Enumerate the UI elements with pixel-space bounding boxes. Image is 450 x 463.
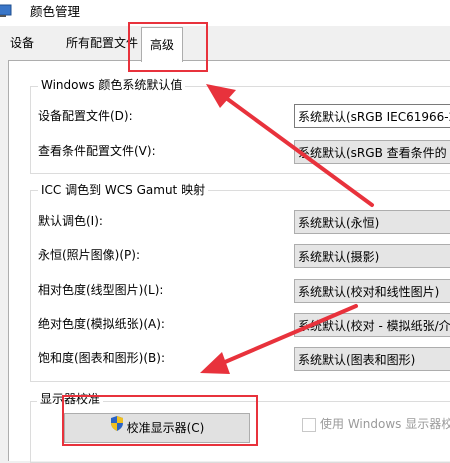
viewing-conditions-select[interactable]: 系统默认(sRGB 查看条件的 Windows <box>294 140 450 164</box>
saturation-select[interactable]: 系统默认(图表和图形) <box>294 347 450 371</box>
windows-defaults-legend: Windows 颜色系统默认值 <box>38 76 186 93</box>
monitor-app-icon <box>0 4 12 18</box>
window-title: 颜色管理 <box>30 4 81 19</box>
icc-mapping-legend: ICC 调色到 WCS Gamut 映射 <box>38 181 209 198</box>
annotation-box-advanced-tab <box>128 22 208 72</box>
absolute-colorimetric-select[interactable]: 系统默认(校对 - 模拟纸张/介质) <box>294 313 450 337</box>
use-windows-calibration-checkbox[interactable] <box>302 418 316 432</box>
viewing-conditions-label: 查看条件配置文件(V): <box>38 144 156 158</box>
perceptual-label: 永恒(照片图像)(P): <box>38 248 141 262</box>
saturation-label: 饱和度(图表和图形)(B): <box>38 351 166 365</box>
device-profile-label: 设备配置文件(D): <box>38 109 133 123</box>
tab-devices[interactable]: 设备 <box>4 31 41 55</box>
perceptual-select[interactable]: 系统默认(摄影) <box>294 244 450 268</box>
annotation-box-calibrate-button <box>62 395 258 446</box>
relative-colorimetric-label: 相对色度(线型图片)(L): <box>38 283 164 297</box>
absolute-colorimetric-label: 绝对色度(模拟纸张)(A): <box>38 317 165 331</box>
relative-colorimetric-select[interactable]: 系统默认(校对和线性图片) <box>294 279 450 303</box>
device-profile-select[interactable]: 系统默认(sRGB IEC61966-2.1) <box>294 104 450 128</box>
default-rendering-label: 默认调色(I): <box>38 214 103 228</box>
use-windows-calibration-label: 使用 Windows 显示器校准 <box>320 417 450 431</box>
default-rendering-select[interactable]: 系统默认(永恒) <box>294 210 450 234</box>
